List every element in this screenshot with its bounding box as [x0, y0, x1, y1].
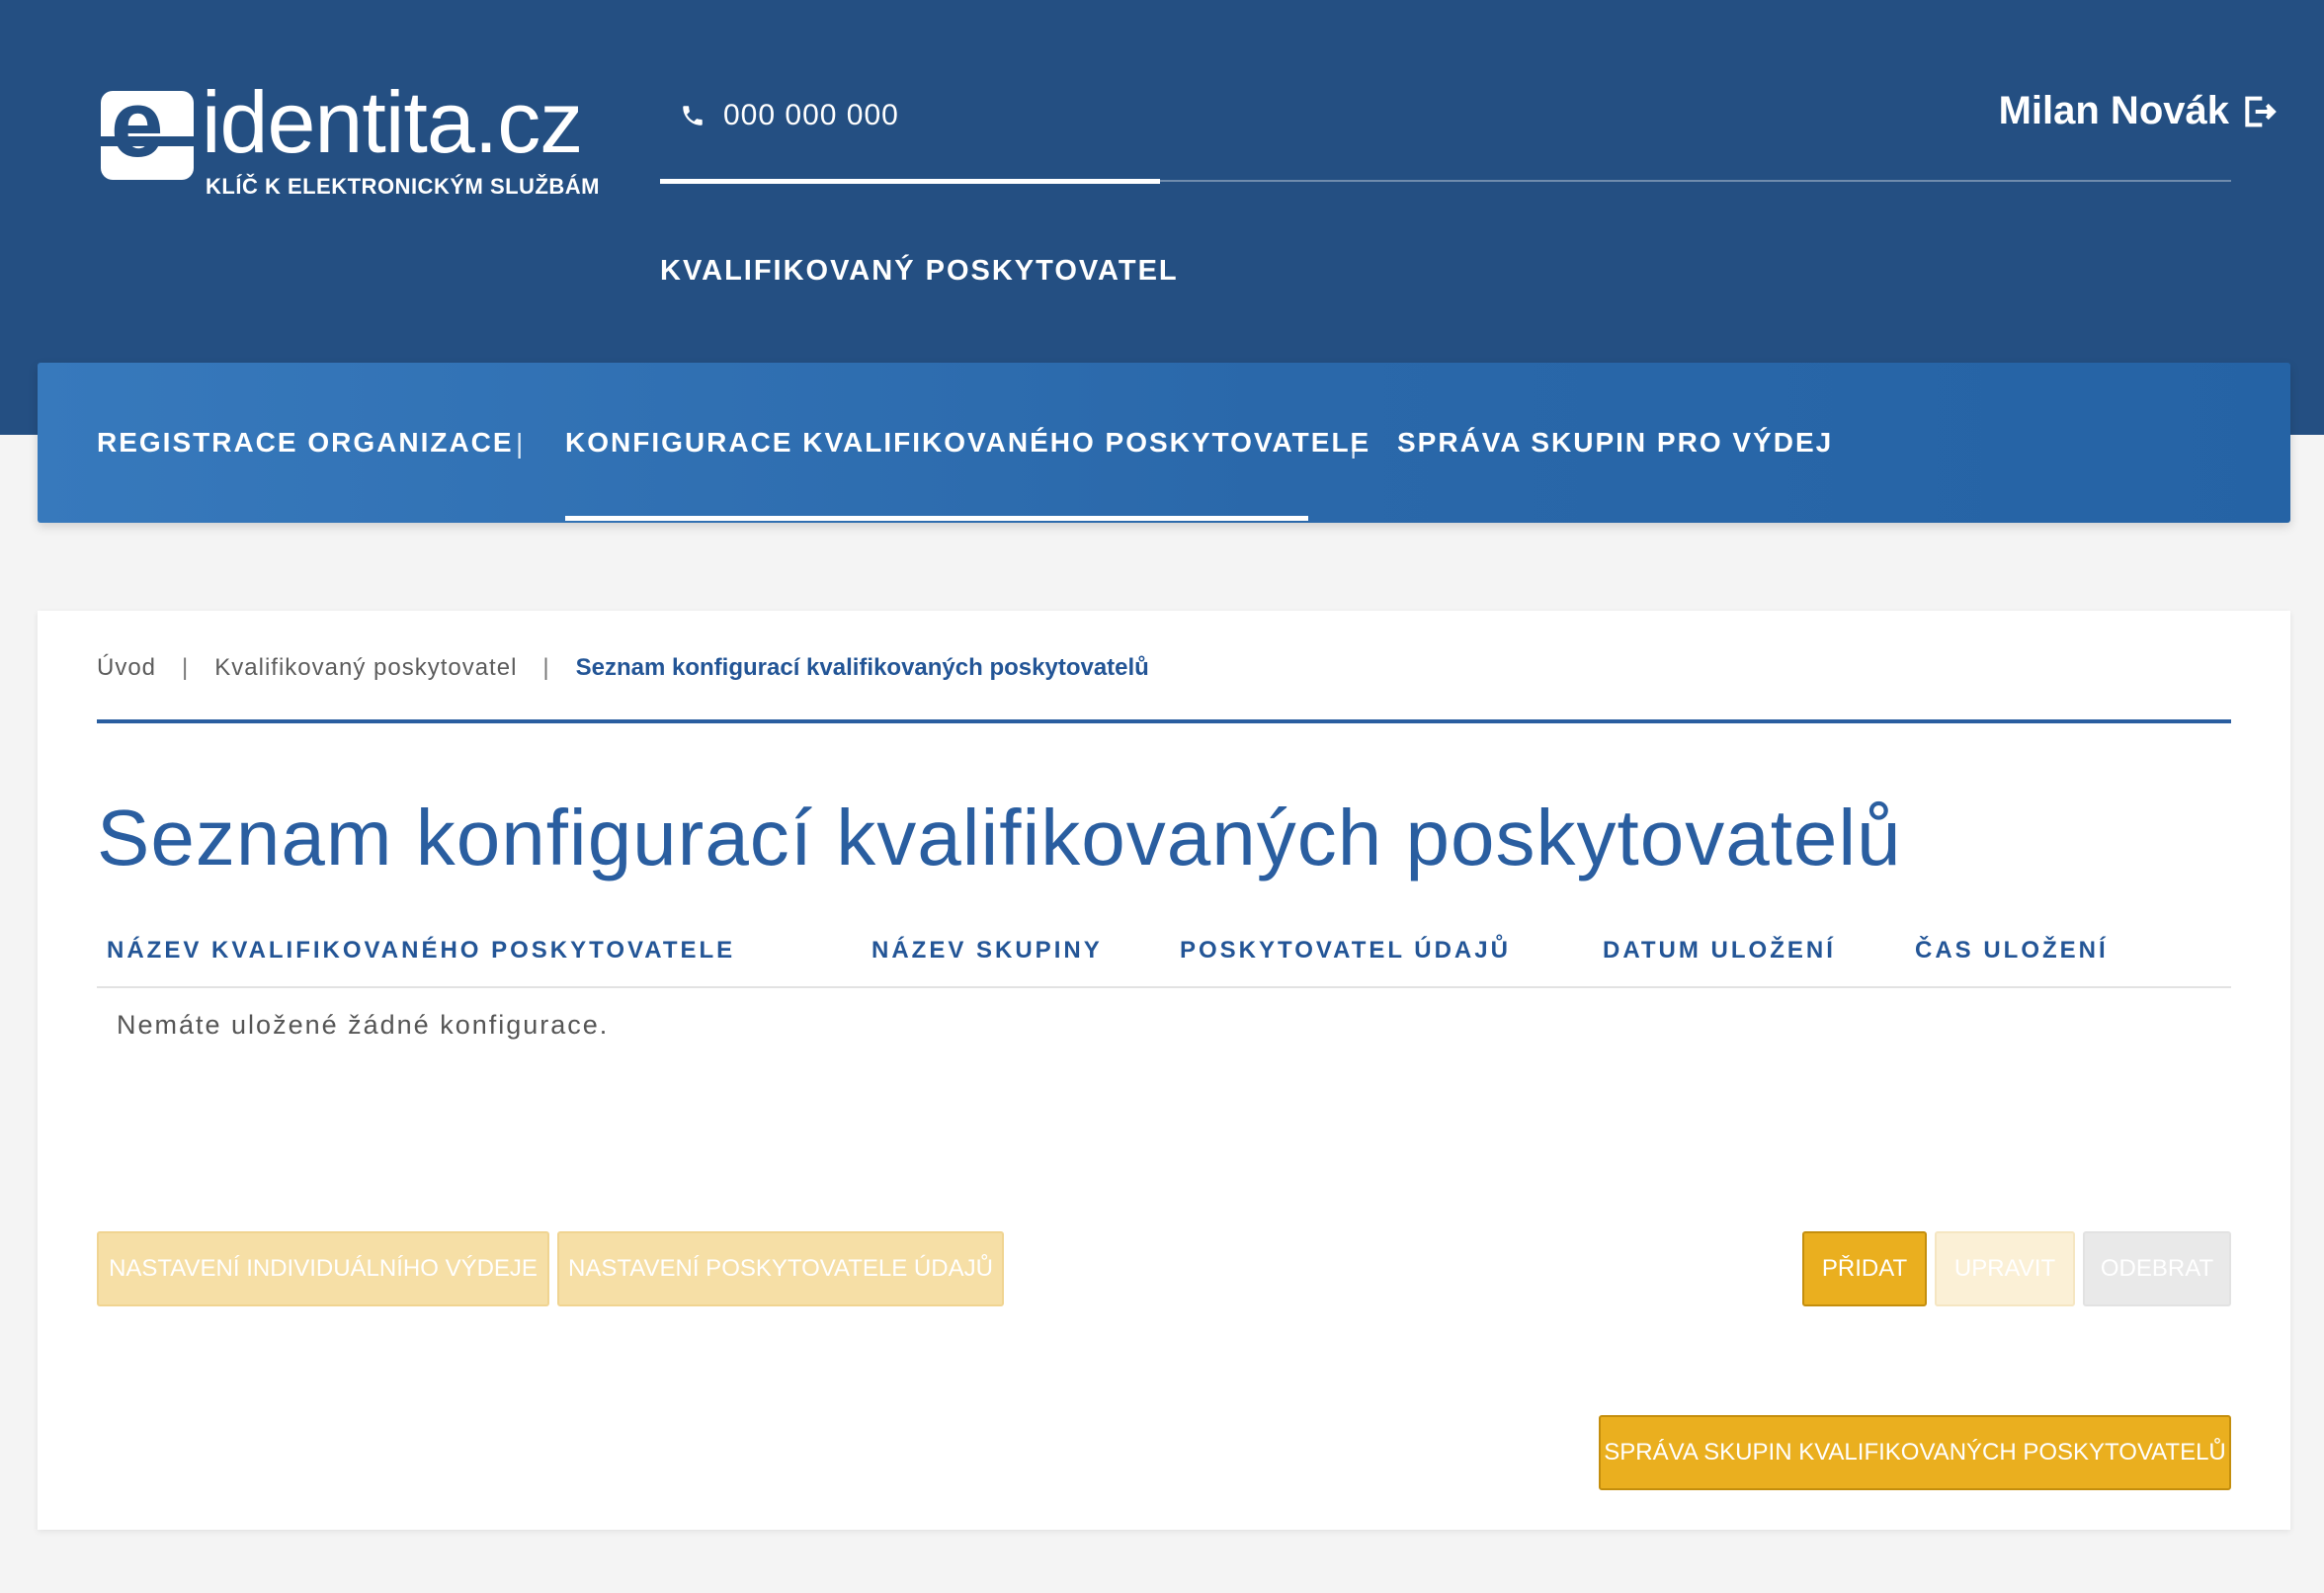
individual-issue-settings-button[interactable]: NASTAVENÍ INDIVIDUÁLNÍHO VÝDEJE: [97, 1231, 549, 1306]
breadcrumb-item-current: Seznam konfigurací kvalifikovaných posky…: [575, 654, 1149, 681]
edit-button[interactable]: UPRAVIT: [1935, 1231, 2075, 1306]
breadcrumb-separator: |: [542, 654, 550, 681]
phone-number: 000 000 000: [723, 99, 899, 131]
header-active-indicator: [660, 179, 1160, 184]
column-header-nazev-skupiny[interactable]: NÁZEV SKUPINY: [872, 937, 1103, 964]
phone-contact[interactable]: 000 000 000: [680, 99, 899, 132]
logout-icon[interactable]: [2239, 92, 2279, 131]
main-nav: REGISTRACE ORGANIZACE | KONFIGURACE KVAL…: [38, 363, 2290, 523]
logo-e-key-icon: e: [101, 77, 194, 180]
nav-item-konfigurace[interactable]: KONFIGURACE KVALIFIKOVANÉHO POSKYTOVATEL…: [565, 363, 1370, 523]
nav-item-sprava-skupin[interactable]: SPRÁVA SKUPIN PRO VÝDEJ: [1397, 363, 1833, 523]
empty-table-message: Nemáte uložené žádné konfigurace.: [117, 1010, 610, 1040]
user-menu[interactable]: Milan Novák: [1999, 89, 2279, 133]
page-title: Seznam konfigurací kvalifikovaných posky…: [97, 794, 1902, 881]
remove-button[interactable]: ODEBRAT: [2083, 1231, 2231, 1306]
breadcrumb-separator: |: [182, 654, 190, 681]
breadcrumb: Úvod | Kvalifikovaný poskytovatel | Sezn…: [97, 654, 1149, 682]
breadcrumb-item-uvod[interactable]: Úvod: [97, 654, 156, 682]
breadcrumb-divider: [97, 719, 2231, 723]
phone-icon: [683, 106, 703, 126]
logo-text: identita.cz: [202, 73, 583, 171]
nav-item-registrace[interactable]: REGISTRACE ORGANIZACE: [97, 363, 514, 523]
column-header-datum-ulozeni[interactable]: DATUM ULOŽENÍ: [1603, 937, 1836, 964]
nav-separator: |: [516, 428, 524, 459]
nav-active-indicator: [565, 516, 1308, 521]
column-header-cas-ulozeni[interactable]: ČAS ULOŽENÍ: [1915, 937, 2109, 964]
content-card: Úvod | Kvalifikovaný poskytovatel | Sezn…: [38, 611, 2290, 1530]
breadcrumb-item-poskytovatel[interactable]: Kvalifikovaný poskytovatel: [214, 654, 517, 682]
user-name: Milan Novák: [1998, 89, 2229, 132]
nav-separator: |: [1350, 428, 1358, 459]
add-button[interactable]: PŘIDAT: [1802, 1231, 1927, 1306]
data-provider-settings-button[interactable]: NASTAVENÍ POSKYTOVATELE ÚDAJŮ: [557, 1231, 1004, 1306]
logo-tagline: KLÍČ K ELEKTRONICKÝM SLUŽBÁM: [206, 174, 600, 199]
table-header-divider: [97, 986, 2231, 988]
manage-provider-groups-button[interactable]: SPRÁVA SKUPIN KVALIFIKOVANÝCH POSKYTOVAT…: [1599, 1415, 2231, 1490]
logo[interactable]: e identita.cz KLÍČ K ELEKTRONICKÝM SLUŽB…: [101, 77, 599, 206]
column-header-poskytovatel-udaju[interactable]: POSKYTOVATEL ÚDAJŮ: [1180, 937, 1511, 964]
column-header-nazev-poskytovatele[interactable]: NÁZEV KVALIFIKOVANÉHO POSKYTOVATELE: [107, 937, 735, 964]
tab-kvalifikovany-poskytovatel[interactable]: KVALIFIKOVANÝ POSKYTOVATEL: [660, 255, 1179, 288]
